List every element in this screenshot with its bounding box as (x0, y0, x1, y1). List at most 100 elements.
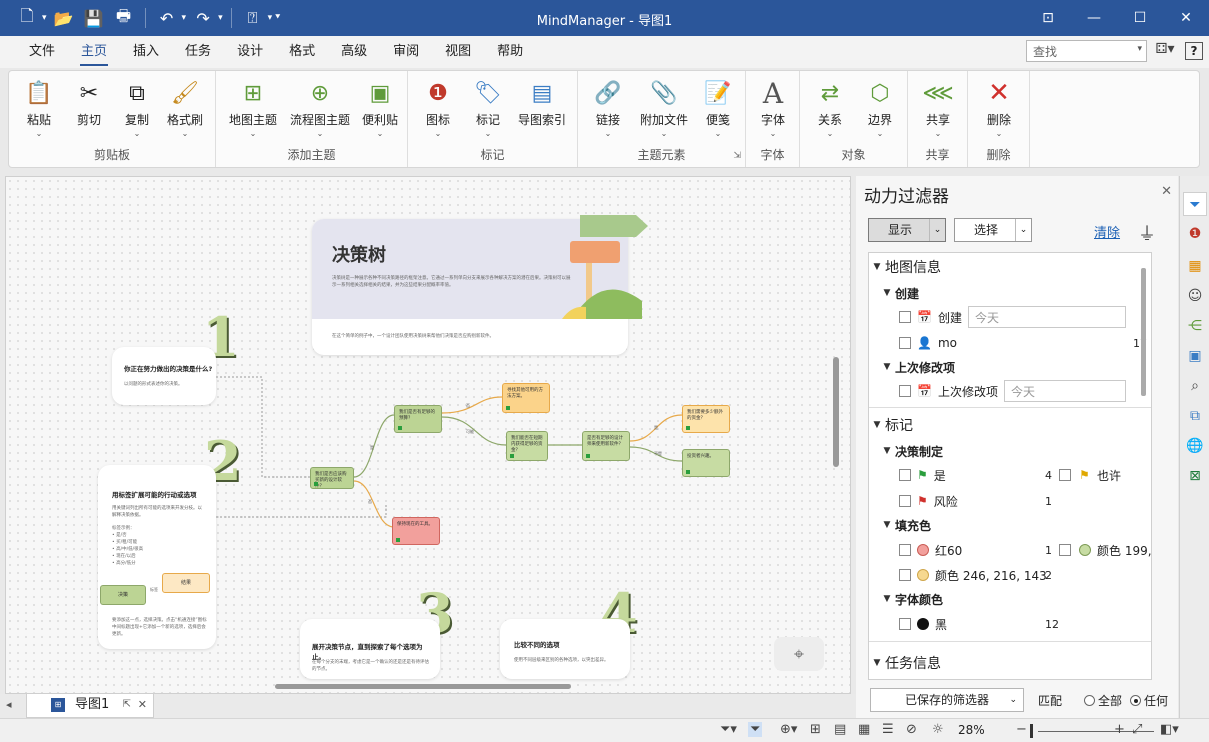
horizontal-scrollbar[interactable] (275, 684, 571, 689)
flag-yes-checkbox[interactable] (899, 469, 911, 481)
globe-icon[interactable]: 🌐 (1183, 434, 1207, 458)
link-button[interactable]: 🔗 链接 ⌄ (590, 77, 626, 139)
filter-settings-icon[interactable]: ⏚ (1138, 220, 1156, 246)
subsection-modified[interactable]: ▼ 上次修改项 (869, 355, 1151, 379)
flowchart-topic-button[interactable]: ⊕ 流程图主题 ⌄ (288, 77, 352, 139)
zoom-slider-thumb[interactable] (1030, 724, 1033, 738)
attach-file-button[interactable]: 📎 附加文件 ⌄ (636, 77, 692, 139)
help-button[interactable]: ? (1185, 42, 1203, 60)
save-icon[interactable]: 💾 (81, 5, 107, 31)
chevron-down-icon[interactable]: ⌄ (929, 219, 945, 241)
tab-file[interactable]: 文件 (16, 36, 68, 68)
map-canvas[interactable]: 决策树 决策树是一种展示各种不同决策路径的框架注意。它通过一系列单向分支来展示各… (5, 176, 851, 694)
chevron-down-icon[interactable]: ▾ (182, 13, 187, 23)
created-date-input[interactable]: 今天 (967, 306, 1126, 328)
notes-button[interactable]: 📝 便笺 ⌄ (700, 77, 736, 139)
add-topic-icon[interactable]: ⊕▾ (780, 722, 797, 737)
tree-node[interactable]: 是否有足够的设计师来使用新软件？ (582, 431, 630, 461)
tab-insert[interactable]: 插入 (120, 36, 172, 68)
filter-icon[interactable]: ⏷ (1183, 192, 1207, 216)
new-doc-icon[interactable]: 🗋 (14, 5, 40, 31)
chevron-down-icon[interactable]: ▾ (218, 13, 223, 23)
location-pin-icon[interactable]: ⌖ (774, 637, 824, 671)
close-icon[interactable]: ✕ (1161, 184, 1172, 199)
customize-toolbar-icon[interactable]: ⯆ (274, 13, 281, 23)
created-checkbox[interactable] (899, 311, 911, 323)
delete-button[interactable]: ✕ 删除 ⌄ (980, 77, 1018, 138)
print-icon[interactable]: 🖶 (111, 5, 137, 31)
chevron-down-icon[interactable]: ▾ (1137, 44, 1142, 54)
maximize-icon[interactable]: ☐ (1117, 0, 1163, 36)
close-icon[interactable]: ✕ (1163, 0, 1209, 36)
tree-node[interactable]: 保持现在的工具。 (392, 517, 440, 545)
fill-orange-checkbox[interactable] (899, 569, 911, 581)
fit-map-icon[interactable]: ⊞ (810, 722, 821, 737)
tab-help[interactable]: 帮助 (484, 36, 536, 68)
brightness-icon[interactable]: ☼ (932, 722, 944, 737)
font-black-checkbox[interactable] (899, 618, 911, 630)
open-folder-icon[interactable]: 📂 (51, 5, 77, 31)
tree-node[interactable]: 我们能否在短期内获得足够的资金？ (506, 431, 548, 461)
section-map-info[interactable]: ▼ 地图信息 (869, 255, 1151, 279)
flag-maybe-checkbox[interactable] (1059, 469, 1071, 481)
person-icon[interactable]: ☺ (1183, 284, 1207, 308)
dialog-launcher-icon[interactable]: ⇲ (733, 151, 741, 161)
layout-view-icon[interactable]: ⚃▾ (1153, 41, 1177, 61)
redo-icon[interactable]: ↷ (190, 5, 216, 31)
fill-red-checkbox[interactable] (899, 544, 911, 556)
match-all-radio[interactable]: 全部 (1084, 692, 1122, 709)
tag-button[interactable]: 🏷 标记 ⌄ (470, 77, 506, 139)
tab-format[interactable]: 格式 (276, 36, 328, 68)
saved-filters-dropdown[interactable]: 已保存的筛选器 ⌄ (870, 688, 1024, 712)
copy-panel-icon[interactable]: ⧉ (1183, 404, 1207, 428)
sticky-note-button[interactable]: ▣ 便利贴 ⌄ (360, 77, 400, 139)
modified-date-input[interactable]: 今天 (1003, 380, 1126, 402)
radio-button[interactable] (1084, 695, 1095, 706)
format-painter-button[interactable]: 🖌 格式刷 ⌄ (163, 77, 207, 139)
panel-scrollbar[interactable] (1141, 268, 1146, 396)
calendar-view-icon[interactable]: ▦ (858, 722, 870, 737)
close-icon[interactable]: ✕ (138, 694, 147, 716)
font-button[interactable]: A 字体 ⌄ (754, 77, 792, 139)
outline-icon[interactable]: ⋲ (1183, 314, 1207, 338)
tree-node[interactable]: 投资者兴趣。 (682, 449, 730, 477)
chevron-down-icon[interactable]: ⌄ (1015, 219, 1031, 241)
zoom-out-icon[interactable]: − (1016, 722, 1027, 737)
document-tab[interactable]: ⊞ 导图1 ⇱ ✕ (26, 694, 154, 718)
radio-button[interactable] (1130, 695, 1141, 706)
minimize-icon[interactable]: — (1071, 0, 1117, 36)
vertical-scrollbar[interactable] (833, 357, 839, 467)
modified-checkbox[interactable] (899, 385, 911, 397)
tab-review[interactable]: 审阅 (380, 36, 432, 68)
tab-home[interactable]: 主页 (68, 36, 120, 68)
link-view-icon[interactable]: ⊘ (906, 722, 917, 737)
float-icon[interactable]: ⇱ (123, 694, 131, 716)
tab-tasks[interactable]: 任务 (172, 36, 224, 68)
author-checkbox[interactable] (899, 337, 911, 349)
subsection-fill[interactable]: ▼ 填充色 (869, 513, 1151, 537)
select-button[interactable]: 选择 ⌄ (954, 218, 1032, 242)
help-icon[interactable]: ⍰ (240, 5, 266, 31)
fill-green-checkbox[interactable] (1059, 544, 1071, 556)
library-icon[interactable]: ▣ (1183, 344, 1207, 368)
ribbon-display-icon[interactable]: ⊡ (1025, 0, 1071, 36)
zoom-in-icon[interactable]: + (1114, 722, 1125, 737)
fit-screen-icon[interactable]: ⤢ (1132, 722, 1142, 737)
search-icon[interactable]: ⌕ (1183, 374, 1207, 398)
calendar-task-icon[interactable]: ▦ (1183, 254, 1207, 278)
relationship-button[interactable]: ⇄ 关系 ⌄ (810, 77, 850, 139)
section-task-info[interactable]: ▼ 任务信息 (869, 651, 1151, 675)
tree-root-node[interactable]: 我们是否应该购买新的设计软件？ (310, 467, 354, 489)
tab-design[interactable]: 设计 (224, 36, 276, 68)
outline-view-icon[interactable]: ▤ (834, 722, 846, 737)
tab-advanced[interactable]: 高级 (328, 36, 380, 68)
map-index-button[interactable]: ▤ 导图索引 (516, 77, 568, 128)
clear-link[interactable]: 清除 (1094, 222, 1120, 241)
subsection-decision[interactable]: ▼ 决策制定 (869, 439, 1151, 463)
search-input[interactable]: 查找 ▾ (1026, 40, 1147, 62)
copy-button[interactable]: ⧉ 复制 ⌄ (119, 77, 155, 139)
share-button[interactable]: ⋘ 共享 ⌄ (918, 77, 958, 139)
filter-icon[interactable]: ⏷▾ (720, 722, 737, 737)
icon-button[interactable]: ❶ 图标 ⌄ (420, 77, 456, 139)
tab-view[interactable]: 视图 (432, 36, 484, 68)
